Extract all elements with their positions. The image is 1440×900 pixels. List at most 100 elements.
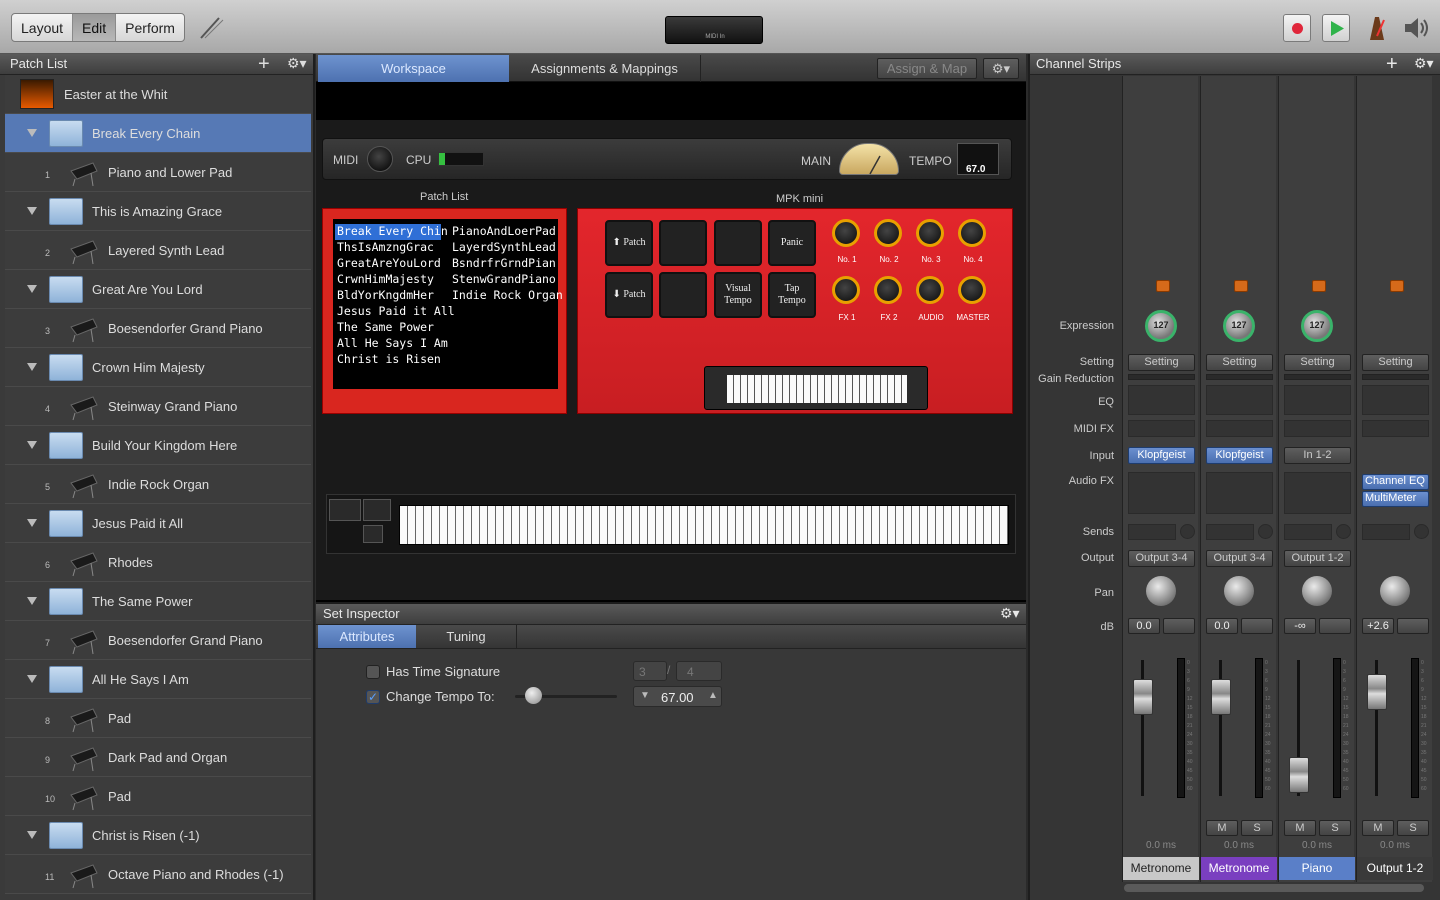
channel-name-label[interactable]: Output 1-2 xyxy=(1357,857,1433,880)
patch-list-gear-icon[interactable]: ⚙▾ xyxy=(287,55,307,72)
mode-layout-button[interactable]: Layout xyxy=(12,14,74,41)
disclosure-triangle-icon[interactable] xyxy=(27,207,37,215)
patch-row[interactable]: 5 Indie Rock Organ xyxy=(5,465,311,504)
speaker-icon[interactable] xyxy=(1402,14,1432,42)
tab-assignments-mappings[interactable]: Assignments & Mappings xyxy=(509,55,701,82)
volume-fader[interactable] xyxy=(1367,673,1387,710)
add-patch-icon[interactable]: + xyxy=(258,53,270,76)
midi-fx-slot[interactable] xyxy=(1206,420,1273,437)
patch-display-entry[interactable]: Break Every Chin xyxy=(335,224,448,240)
tempo-value-field[interactable]: 67.00 xyxy=(661,690,694,705)
visual-tempo-pad[interactable]: Visual Tempo xyxy=(714,272,762,318)
audio-fx-slot[interactable] xyxy=(1284,472,1351,514)
sustain-icon[interactable] xyxy=(363,525,383,543)
volume-db-field[interactable]: 0.0 xyxy=(1128,618,1160,634)
send-slot[interactable] xyxy=(1206,524,1254,540)
play-button[interactable] xyxy=(1322,14,1350,42)
eq-display[interactable] xyxy=(1362,385,1429,415)
volume-db-field[interactable]: 0.0 xyxy=(1206,618,1238,634)
mod-wheel-icon[interactable] xyxy=(363,499,391,521)
patch-display-entry[interactable]: PianoAndLoerPad xyxy=(450,224,558,240)
set-row[interactable]: Jesus Paid it All xyxy=(5,504,311,543)
patch-display-entry[interactable]: BsndrfrGrndPian xyxy=(450,256,558,272)
volume-fader[interactable] xyxy=(1289,756,1309,793)
patch-display-entry[interactable]: BldYorKngdmHer xyxy=(335,288,445,304)
volume-fader[interactable] xyxy=(1211,678,1231,715)
patch-display-entry[interactable]: All He Says I Am xyxy=(335,336,448,352)
patch-display-entry[interactable]: GreatAreYouLord xyxy=(335,256,445,272)
patch-row[interactable]: 2 Layered Synth Lead xyxy=(5,231,311,270)
tab-workspace[interactable]: Workspace xyxy=(318,55,509,82)
send-slot[interactable] xyxy=(1128,524,1176,540)
setting-button[interactable]: Setting xyxy=(1284,354,1351,371)
patch-display-entry[interactable]: Christ is Risen xyxy=(335,352,445,368)
tab-tuning[interactable]: Tuning xyxy=(416,625,517,648)
eq-display[interactable] xyxy=(1206,385,1273,415)
input-slot[interactable]: Klopfgeist xyxy=(1128,447,1195,464)
midi-fx-slot[interactable] xyxy=(1362,420,1429,437)
output-slot[interactable]: Output 1-2 xyxy=(1284,550,1351,567)
channel-name-label[interactable]: Piano xyxy=(1279,857,1355,880)
volume-db-field[interactable]: +2.6 xyxy=(1362,618,1394,634)
knob-fx2[interactable] xyxy=(874,276,902,304)
patch-display-entry[interactable]: The Same Power xyxy=(335,320,445,336)
audio-fx-slot[interactable]: MultiMeter xyxy=(1362,491,1429,507)
send-knob[interactable] xyxy=(1414,524,1429,539)
disclosure-triangle-icon[interactable] xyxy=(27,597,37,605)
patch-up-pad[interactable]: ⬆ Patch xyxy=(605,220,653,266)
knob-no2[interactable] xyxy=(874,219,902,247)
eq-display[interactable] xyxy=(1284,385,1351,415)
channel-icon[interactable] xyxy=(1312,280,1326,292)
output-slot[interactable]: Output 3-4 xyxy=(1206,550,1273,567)
tempo-slider-thumb[interactable] xyxy=(525,687,542,704)
pan-knob[interactable] xyxy=(1146,576,1176,606)
patch-row[interactable]: 9 Dark Pad and Organ xyxy=(5,738,311,777)
midi-fx-slot[interactable] xyxy=(1284,420,1351,437)
patch-display-entry[interactable]: Jesus Paid it All xyxy=(335,304,455,320)
disclosure-triangle-icon[interactable] xyxy=(27,675,37,683)
inspector-gear-icon[interactable]: ⚙▾ xyxy=(1000,605,1020,622)
metronome-icon[interactable] xyxy=(1364,14,1390,42)
expression-knob[interactable]: 127 xyxy=(1301,310,1333,342)
solo-button[interactable]: S xyxy=(1397,820,1429,836)
patch-row[interactable]: 11 Octave Piano and Rhodes (-1) xyxy=(5,855,311,894)
disclosure-triangle-icon[interactable] xyxy=(27,831,37,839)
pan-knob[interactable] xyxy=(1302,576,1332,606)
mpk-mini-keyboard[interactable] xyxy=(704,366,928,410)
channel-name-label[interactable]: Metronome xyxy=(1201,857,1277,880)
setting-button[interactable]: Setting xyxy=(1206,354,1273,371)
mode-perform-button[interactable]: Perform xyxy=(116,14,184,41)
patch-row[interactable]: 8 Pad xyxy=(5,699,311,738)
knob-fx1[interactable] xyxy=(832,276,860,304)
audio-fx-slot[interactable]: Channel EQ xyxy=(1362,474,1429,490)
disclosure-triangle-icon[interactable] xyxy=(27,363,37,371)
setting-button[interactable]: Setting xyxy=(1362,354,1429,371)
change-tempo-checkbox[interactable]: ✓ xyxy=(366,690,380,704)
set-row[interactable]: Great Are You Lord xyxy=(5,270,311,309)
expression-knob[interactable]: 127 xyxy=(1223,310,1255,342)
pad-2[interactable] xyxy=(659,220,707,266)
record-button[interactable] xyxy=(1283,14,1311,42)
tab-attributes[interactable]: Attributes xyxy=(318,625,416,648)
channel-icon[interactable] xyxy=(1234,280,1248,292)
solo-button[interactable]: S xyxy=(1241,820,1273,836)
disclosure-triangle-icon[interactable] xyxy=(27,129,37,137)
patch-display-entry[interactable]: CrwnHimMajesty xyxy=(335,272,445,288)
set-row[interactable]: All He Says I Am xyxy=(5,660,311,699)
patch-row[interactable]: 1 Piano and Lower Pad xyxy=(5,153,311,192)
knob-no4[interactable] xyxy=(958,219,986,247)
knob-master[interactable] xyxy=(958,276,986,304)
channel-icon[interactable] xyxy=(1156,280,1170,292)
output-slot[interactable]: Output 3-4 xyxy=(1128,550,1195,567)
pan-knob[interactable] xyxy=(1224,576,1254,606)
channel-strips-gear-icon[interactable]: ⚙▾ xyxy=(1414,55,1434,72)
mute-button[interactable]: M xyxy=(1206,820,1238,836)
send-knob[interactable] xyxy=(1258,524,1273,539)
pad-3[interactable] xyxy=(714,220,762,266)
set-row[interactable]: Build Your Kingdom Here xyxy=(5,426,311,465)
send-knob[interactable] xyxy=(1180,524,1195,539)
patch-row[interactable]: 3 Boesendorfer Grand Piano xyxy=(5,309,311,348)
pitch-bend-icon[interactable] xyxy=(329,499,361,521)
mute-button[interactable]: M xyxy=(1284,820,1316,836)
set-row[interactable]: The Same Power xyxy=(5,582,311,621)
